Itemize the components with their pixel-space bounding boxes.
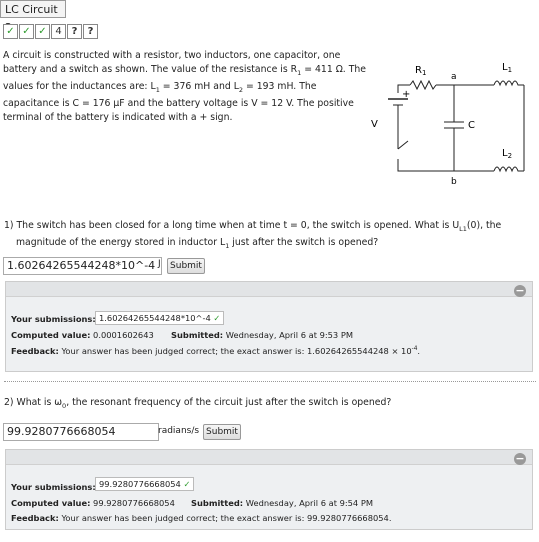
check-icon: ✓ (19, 24, 34, 39)
question-2: 2) What is ω0, the resonant frequency of… (4, 397, 392, 410)
feedback-text: Feedback: Your answer has been judged co… (11, 513, 392, 523)
feedback-panel-2: − Your submissions: 99.9280776668054 ✓ C… (5, 449, 533, 530)
label-r1: R1 (415, 65, 426, 77)
collapse-icon[interactable]: − (514, 285, 526, 297)
label-l2: L2 (502, 148, 512, 160)
submitted-time: Submitted: Wednesday, April 6 at 9:53 PM (171, 330, 354, 340)
feedback-text: Feedback: Your answer has been judged co… (11, 346, 421, 356)
submit-1-button[interactable]: Submit (167, 258, 205, 274)
answer-2-input[interactable]: 99.9280776668054 (3, 423, 159, 441)
unanswered-icon: ? (67, 24, 82, 39)
submission-value: 1.60264265544248*10^-4 ✓ (95, 311, 225, 325)
switch-blade (397, 140, 409, 150)
your-submissions-label: Your submissions: (11, 482, 96, 492)
check-icon: ✓ (35, 24, 50, 39)
label-a: a (451, 72, 457, 82)
check-icon: ✓ (3, 24, 18, 39)
submitted-time: Submitted: Wednesday, April 6 at 9:54 PM (191, 498, 374, 508)
unanswered-icon: ? (83, 24, 98, 39)
your-submissions-label: Your submissions: (11, 314, 96, 324)
correct-check-icon: ✓ (183, 479, 191, 489)
computed-value: Computed value: 99.9280776668054 (11, 498, 175, 508)
label-b: b (451, 177, 457, 187)
answer-1-input[interactable]: 1.60264265544248*10^-4 (3, 257, 162, 275)
problem-statement: A circuit is constructed with a resistor… (3, 50, 367, 123)
status-bar: ✓ ✓ ✓ 4 ? ? (3, 24, 99, 39)
collapse-icon[interactable]: − (514, 453, 526, 465)
label-v: V (371, 119, 378, 130)
computed-value: Computed value: 0.0001602643 (11, 330, 154, 340)
panel-bar (6, 450, 532, 465)
panel-bar (6, 282, 532, 297)
label-plus: + (402, 89, 410, 100)
question-1: 1) The switch has been closed for a long… (4, 220, 502, 251)
switch-terminal (397, 159, 454, 172)
inductor-l2-coil (493, 166, 524, 173)
circuit-diagram: R1 a L1 + V C L2 b (371, 62, 525, 187)
correct-check-icon: ✓ (213, 313, 221, 323)
divider (4, 381, 536, 382)
label-l1: L1 (502, 62, 512, 74)
feedback-panel-1: − Your submissions: 1.60264265544248*10^… (5, 281, 533, 372)
label-c: C (468, 120, 475, 131)
submit-2-button[interactable]: Submit (203, 424, 241, 440)
page-title: LC Circuit 2 (0, 0, 66, 34)
resistor-zigzag (409, 79, 437, 91)
submission-value: 99.9280776668054 ✓ (95, 477, 195, 491)
attempts-badge: 4 (51, 24, 66, 39)
inductor-l1-coil (493, 80, 524, 87)
answer-1-unit: J (158, 259, 161, 269)
answer-2-unit: radians/s (158, 426, 200, 436)
